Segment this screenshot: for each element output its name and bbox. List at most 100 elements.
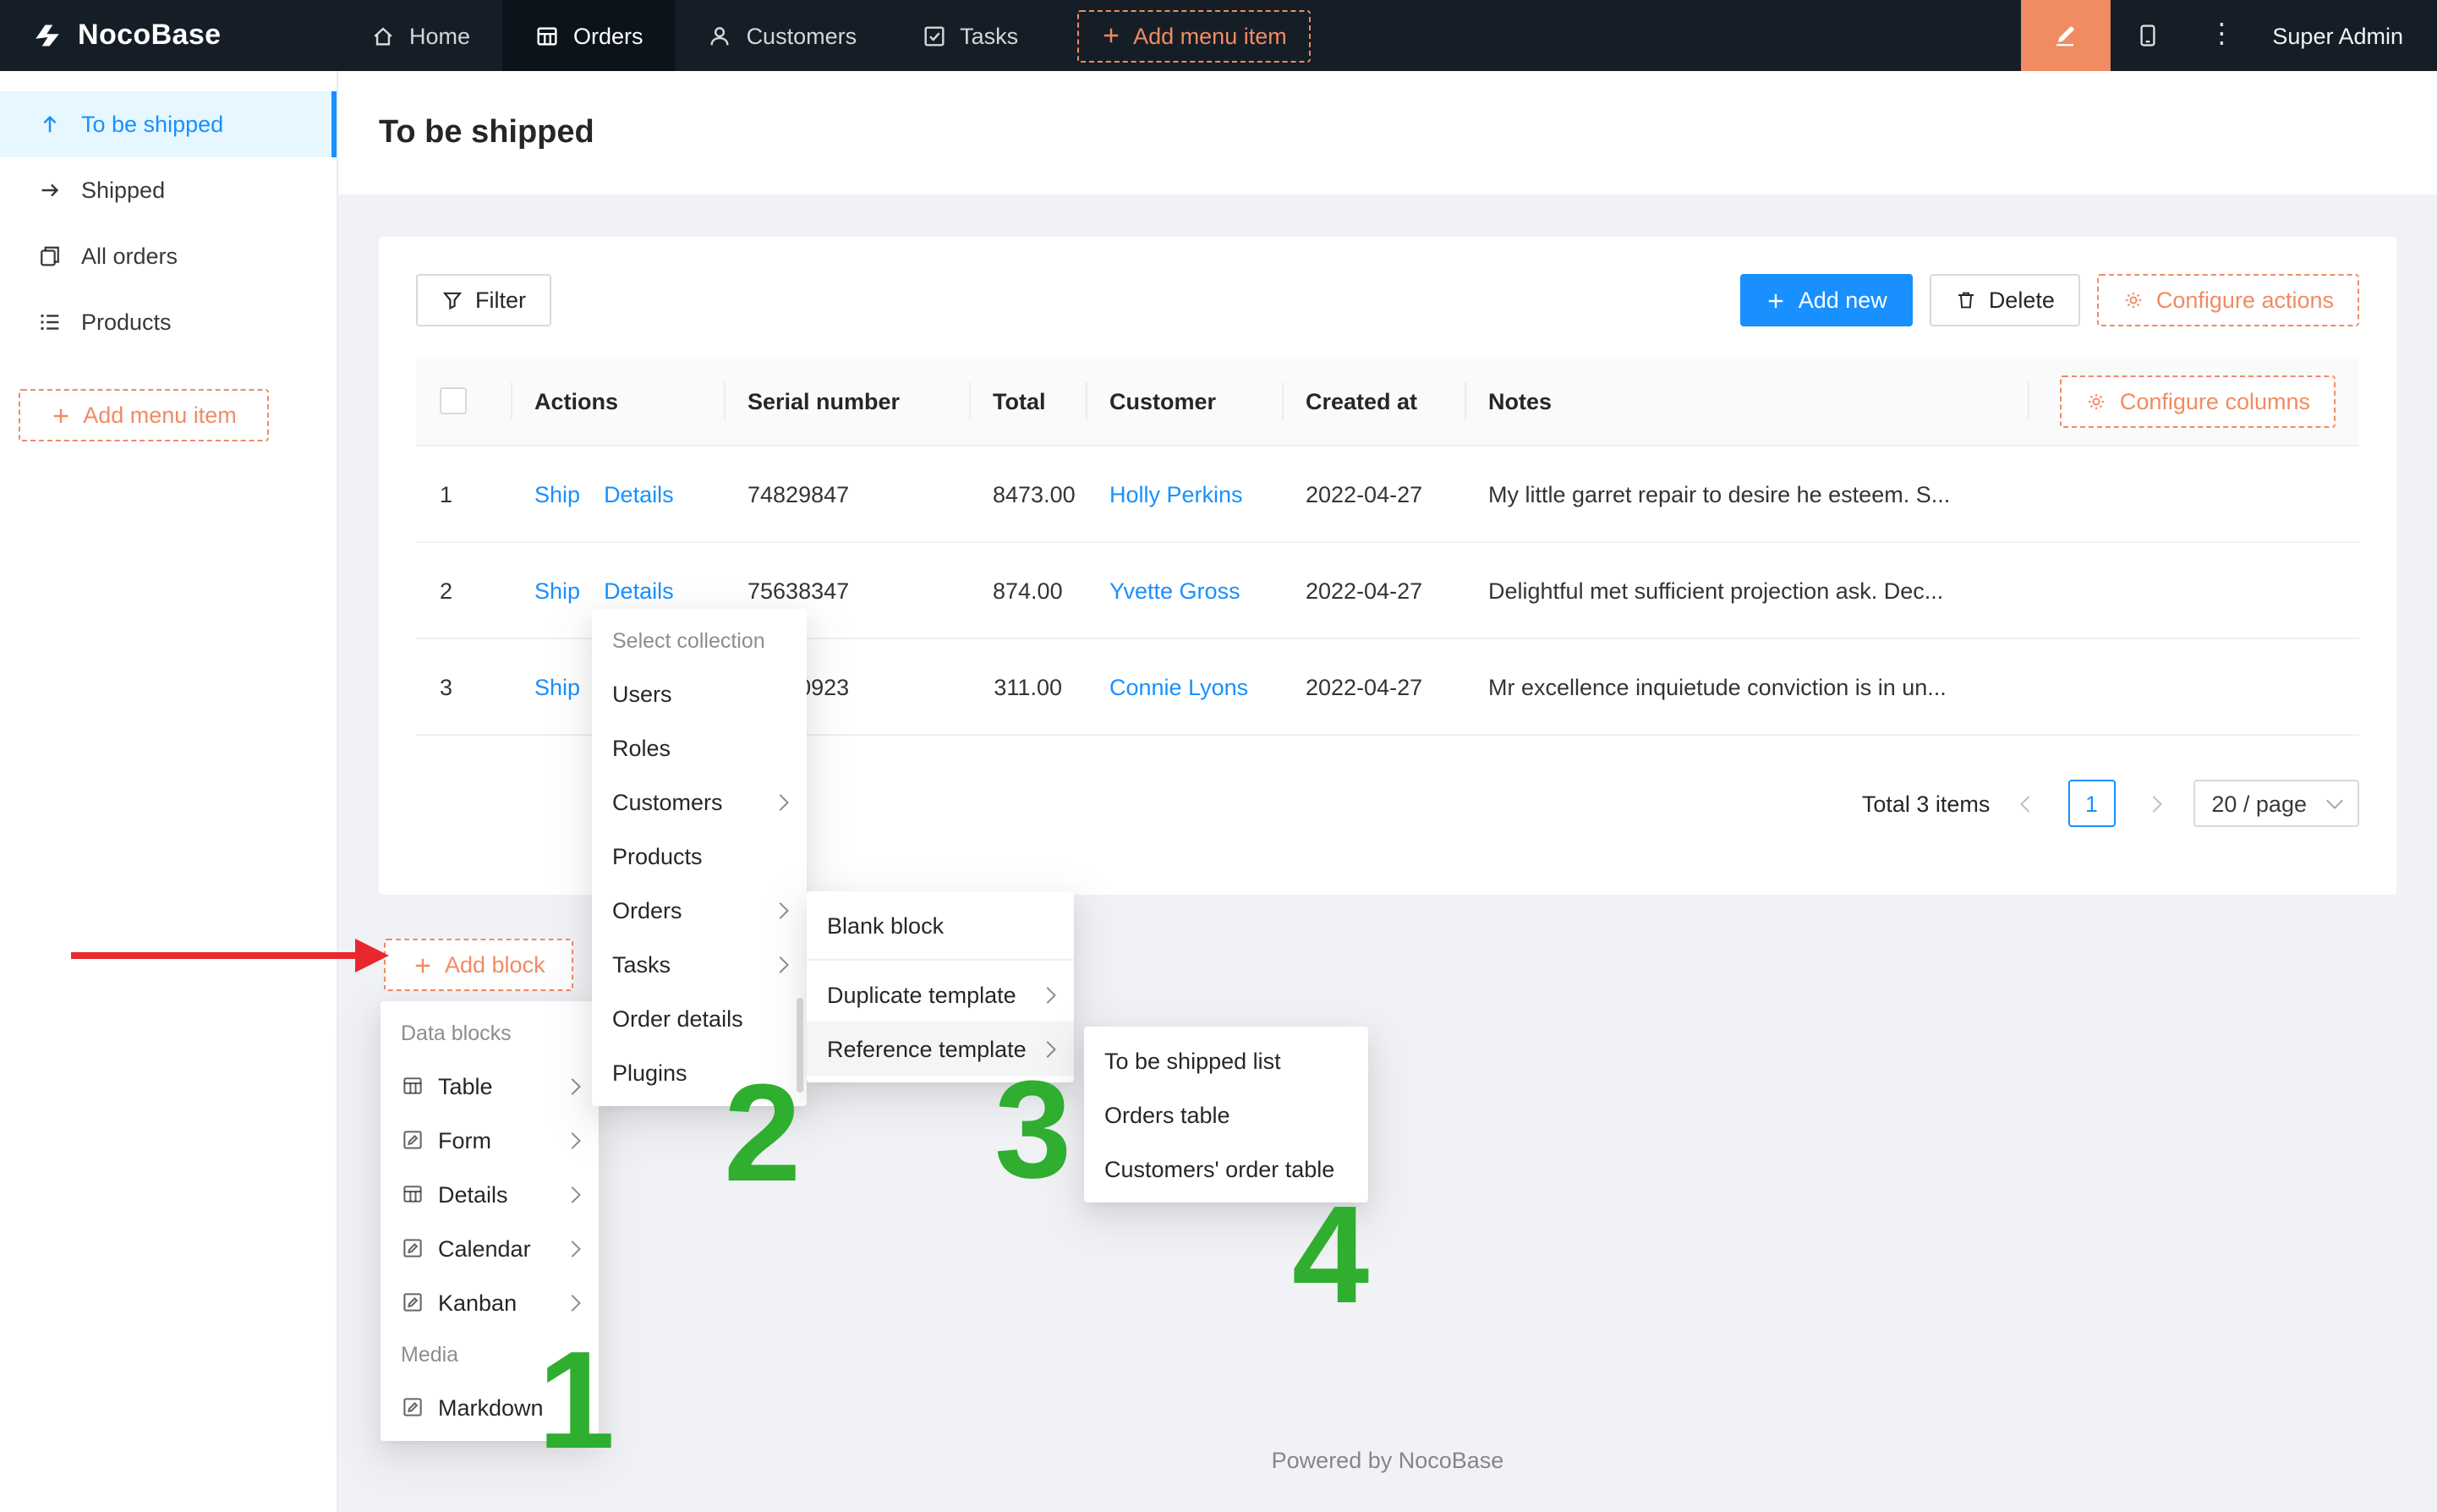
details-link[interactable]: Details — [604, 481, 674, 507]
menu-item-order-details[interactable]: Order details — [592, 991, 807, 1045]
sidebar-item-label: All orders — [81, 244, 178, 269]
created-at-cell: 2022-04-27 — [1282, 446, 1465, 542]
menu-item-customers[interactable]: Customers — [592, 775, 807, 829]
column-header-serial-number[interactable]: Serial number — [724, 357, 969, 446]
navbar-add-menu-item-button[interactable]: Add menu item — [1077, 9, 1311, 62]
ship-link[interactable]: Ship — [534, 674, 580, 699]
logo-area[interactable]: NocoBase — [0, 0, 338, 71]
table-icon — [401, 1074, 424, 1098]
menu-item-calendar[interactable]: Calendar — [381, 1221, 599, 1275]
select-all-checkbox[interactable] — [440, 387, 467, 414]
configure-columns-button[interactable]: Configure columns — [2061, 375, 2336, 427]
row-index: 3 — [416, 638, 511, 735]
menu-item-users[interactable]: Users — [592, 666, 807, 720]
menu-item-to-be-shipped-list[interactable]: To be shipped list — [1084, 1033, 1368, 1087]
menu-item-label: Details — [438, 1181, 508, 1207]
list-icon — [37, 310, 63, 335]
nav-item-customers[interactable]: Customers — [676, 0, 890, 71]
sidebar-item-all-orders[interactable]: All orders — [0, 223, 337, 289]
menu-item-table[interactable]: Table — [381, 1059, 599, 1113]
sidebar-item-label: To be shipped — [81, 112, 223, 137]
nav-item-orders[interactable]: Orders — [502, 0, 676, 71]
file-copy-icon — [37, 244, 63, 269]
more-menu-button[interactable]: ⋮ — [2184, 0, 2259, 71]
menu-item-customers-order-table[interactable]: Customers' order table — [1084, 1142, 1368, 1196]
gear-icon — [2122, 289, 2144, 311]
chevron-right-icon — [567, 1080, 578, 1092]
orders-icon — [534, 23, 560, 48]
ui-editor-button[interactable] — [2020, 0, 2110, 71]
menu-item-markdown[interactable]: Markdown — [381, 1380, 599, 1434]
plus-icon — [413, 955, 433, 975]
column-header-actions[interactable]: Actions — [511, 357, 724, 446]
menu-item-plugins[interactable]: Plugins — [592, 1045, 807, 1099]
menu-item-label: To be shipped list — [1104, 1048, 1281, 1073]
page-number-button[interactable]: 1 — [2067, 780, 2115, 827]
sidebar-item-shipped[interactable]: Shipped — [0, 157, 337, 223]
gear-icon — [2086, 390, 2108, 412]
chevron-right-icon — [775, 904, 786, 916]
menu-group-header: Data blocks — [381, 1008, 599, 1059]
column-header-total[interactable]: Total — [969, 357, 1086, 446]
kanban-icon — [401, 1290, 424, 1314]
page-size-select[interactable]: 20 / page — [2193, 780, 2359, 827]
menu-item-roles[interactable]: Roles — [592, 720, 807, 775]
nocobase-logo-icon — [30, 19, 64, 52]
nocobase-logo: NocoBase — [78, 19, 222, 52]
customer-link[interactable]: Connie Lyons — [1109, 674, 1248, 699]
scrollbar-thumb[interactable] — [797, 998, 803, 1093]
menu-item-blank-block[interactable]: Blank block — [807, 898, 1074, 952]
menu-item-orders[interactable]: Orders — [592, 883, 807, 937]
tasks-icon — [921, 23, 946, 48]
menu-item-reference-template[interactable]: Reference template — [807, 1022, 1074, 1076]
row-index: 1 — [416, 446, 511, 542]
nav-item-label: Orders — [573, 23, 643, 48]
menu-item-duplicate-template[interactable]: Duplicate template — [807, 967, 1074, 1022]
delete-button-label: Delete — [1989, 288, 2055, 313]
details-link[interactable]: Details — [604, 578, 674, 603]
menu-item-label: Plugins — [612, 1060, 687, 1085]
sidebar-item-to-be-shipped[interactable]: To be shipped — [0, 91, 337, 157]
previous-page-button[interactable] — [2005, 780, 2052, 827]
add-block-button[interactable]: Add block — [384, 939, 574, 991]
chevron-right-icon — [2145, 795, 2162, 812]
sidebar-item-products[interactable]: Products — [0, 289, 337, 355]
customer-link[interactable]: Holly Perkins — [1109, 481, 1243, 507]
nav-item-label: Home — [409, 23, 470, 48]
menu-item-kanban[interactable]: Kanban — [381, 1275, 599, 1329]
customer-link[interactable]: Yvette Gross — [1109, 578, 1240, 603]
nav-item-tasks[interactable]: Tasks — [889, 0, 1050, 71]
menu-item-tasks[interactable]: Tasks — [592, 937, 807, 991]
menu-item-form[interactable]: Form — [381, 1113, 599, 1167]
column-header-notes[interactable]: Notes — [1465, 357, 2028, 446]
notes-cell: Mr excellence inquietude conviction is i… — [1465, 638, 2028, 735]
ship-link[interactable]: Ship — [534, 578, 580, 603]
menu-item-details[interactable]: Details — [381, 1167, 599, 1221]
menu-item-label: Products — [612, 843, 703, 868]
chevron-right-icon — [567, 1242, 578, 1254]
main-nav: Home Orders Customers Tasks — [338, 0, 1311, 71]
delete-button[interactable]: Delete — [1930, 274, 2080, 326]
ship-link[interactable]: Ship — [534, 481, 580, 507]
add-new-button[interactable]: Add new — [1741, 274, 1913, 326]
filter-button[interactable]: Filter — [416, 274, 551, 326]
menu-item-label: Calendar — [438, 1235, 531, 1261]
notes-cell: Delightful met sufficient projection ask… — [1465, 542, 2028, 638]
configure-columns-button-label: Configure columns — [2120, 388, 2310, 414]
user-name[interactable]: Super Admin — [2259, 23, 2437, 48]
configure-actions-button[interactable]: Configure actions — [2097, 274, 2359, 326]
add-block-menu: Data blocks Table Form Details — [381, 1001, 599, 1441]
annotation-arrow — [68, 934, 392, 978]
total-cell: 8473.00 — [969, 446, 1086, 542]
row-index: 2 — [416, 542, 511, 638]
sidebar-add-menu-item-button[interactable]: Add menu item — [19, 389, 269, 441]
menu-item-products[interactable]: Products — [592, 829, 807, 883]
nav-item-home[interactable]: Home — [338, 0, 502, 71]
arrow-up-icon — [37, 112, 63, 137]
column-header-created-at[interactable]: Created at — [1282, 357, 1465, 446]
mobile-preview-button[interactable] — [2110, 0, 2184, 71]
next-page-button[interactable] — [2130, 780, 2177, 827]
column-header-customer[interactable]: Customer — [1086, 357, 1282, 446]
menu-item-orders-table[interactable]: Orders table — [1084, 1087, 1368, 1142]
menu-item-label: Markdown — [438, 1394, 544, 1420]
